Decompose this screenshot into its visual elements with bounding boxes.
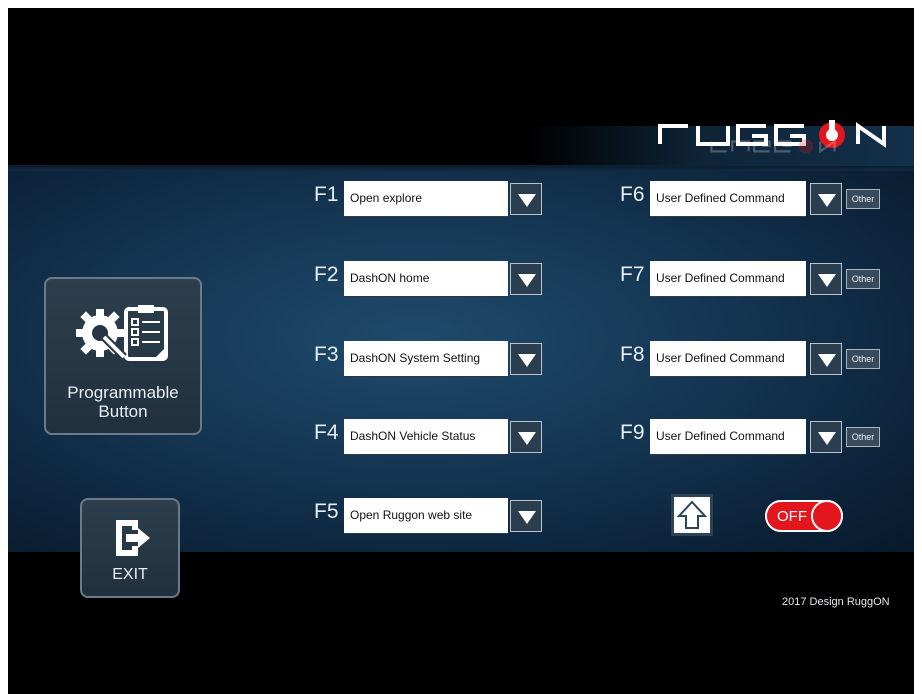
programmable-label-line1: Programmable (67, 383, 179, 402)
dropdown-button[interactable] (510, 500, 542, 532)
command-value: Open explore (350, 191, 423, 205)
command-select[interactable]: DashON Vehicle Status (344, 419, 508, 455)
command-select[interactable]: User Defined Command (650, 419, 806, 455)
chevron-down-icon (518, 354, 536, 367)
programmable-button[interactable]: Programmable Button (44, 277, 202, 435)
power-toggle[interactable]: OFF (765, 500, 843, 532)
command-value: Open Ruggon web site (350, 508, 473, 522)
up-arrow-icon (676, 500, 708, 529)
chevron-down-icon (518, 194, 536, 207)
command-value: User Defined Command (656, 271, 785, 285)
command-select[interactable]: DashON System Setting (344, 341, 508, 377)
fkey-label: F6 (620, 183, 645, 206)
command-value: User Defined Command (656, 429, 785, 443)
app-screen: Programmable Button EXIT F1 Open explore… (8, 8, 914, 694)
chevron-down-icon (518, 432, 536, 445)
fkey-label: F1 (314, 183, 339, 206)
fkey-label: F7 (620, 263, 645, 286)
command-value: DashON Vehicle Status (350, 429, 476, 443)
ruggon-logo-reflection (710, 139, 836, 154)
gear-wrench-clipboard-icon (76, 305, 168, 361)
command-value: User Defined Command (656, 351, 785, 365)
toggle-label: OFF (777, 508, 807, 525)
fkey-label: F5 (314, 500, 339, 523)
chevron-down-icon (818, 194, 836, 207)
chevron-down-icon (818, 274, 836, 287)
dropdown-button[interactable] (510, 183, 542, 215)
dropdown-button[interactable] (810, 421, 842, 453)
chevron-down-icon (818, 432, 836, 445)
command-select[interactable]: User Defined Command (650, 181, 806, 217)
toggle-knob (811, 500, 843, 532)
command-value: User Defined Command (656, 191, 785, 205)
command-select[interactable]: DashON home (344, 261, 508, 297)
command-select[interactable]: User Defined Command (650, 341, 806, 377)
command-value: DashON System Setting (350, 351, 481, 365)
dropdown-button[interactable] (510, 263, 542, 295)
other-button[interactable]: Other (846, 427, 880, 447)
other-button[interactable]: Other (846, 189, 880, 209)
programmable-button-label: Programmable Button (46, 383, 200, 421)
chevron-down-icon (518, 511, 536, 524)
fkey-label: F3 (314, 343, 339, 366)
chevron-down-icon (818, 354, 836, 367)
fkey-label: F2 (314, 263, 339, 286)
dropdown-button[interactable] (510, 421, 542, 453)
dropdown-button[interactable] (810, 263, 842, 295)
chevron-down-icon (518, 274, 536, 287)
fkey-label: F4 (314, 421, 339, 444)
exit-label: EXIT (112, 566, 148, 583)
fkey-label: F9 (620, 421, 645, 444)
other-button[interactable]: Other (846, 349, 880, 369)
programmable-label-line2: Button (98, 402, 148, 421)
command-value: DashON home (350, 271, 430, 285)
dropdown-button[interactable] (510, 343, 542, 375)
footer-credit: 2017 Design RuggON (782, 596, 890, 608)
command-select[interactable]: User Defined Command (650, 261, 806, 297)
dropdown-button[interactable] (810, 183, 842, 215)
command-select[interactable]: Open explore (344, 181, 508, 217)
dropdown-button[interactable] (810, 343, 842, 375)
scroll-up-button[interactable] (671, 494, 713, 536)
fkey-label: F8 (620, 343, 645, 366)
exit-arrow-icon (116, 520, 150, 556)
other-button[interactable]: Other (846, 269, 880, 289)
exit-button[interactable]: EXIT (80, 498, 180, 598)
command-select[interactable]: Open Ruggon web site (344, 498, 508, 534)
